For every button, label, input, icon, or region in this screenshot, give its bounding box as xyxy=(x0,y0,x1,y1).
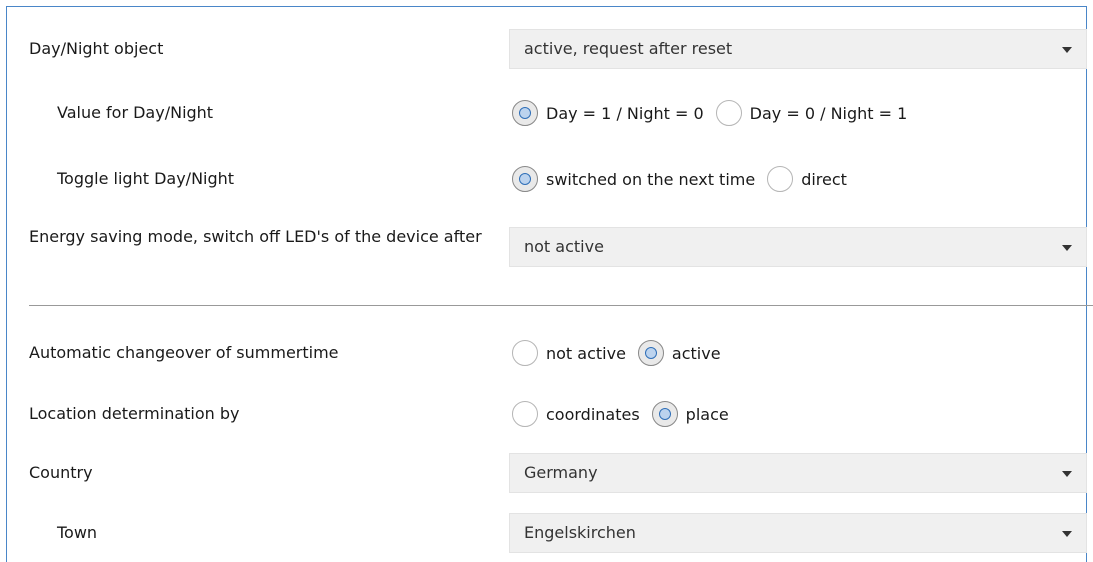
radio-option-label: active xyxy=(671,343,721,363)
radio-button[interactable] xyxy=(512,401,538,427)
summertime-radio-group: not active active xyxy=(512,339,733,367)
location-option[interactable]: place xyxy=(651,401,729,427)
day-night-object-value: active, request after reset xyxy=(524,39,733,58)
value-day-night-option[interactable]: Day = 0 / Night = 1 xyxy=(715,100,908,126)
country-select[interactable]: Germany xyxy=(509,453,1087,493)
chevron-down-icon xyxy=(1062,531,1072,537)
energy-saving-label: Energy saving mode, switch off LED's of … xyxy=(29,227,482,246)
radio-button-checked[interactable] xyxy=(512,166,538,192)
toggle-light-label: Toggle light Day/Night xyxy=(57,169,235,188)
country-value: Germany xyxy=(524,463,598,482)
energy-saving-value: not active xyxy=(524,237,604,256)
radio-button[interactable] xyxy=(767,166,794,192)
value-day-night-radio-group: Day = 1 / Night = 0 Day = 0 / Night = 1 xyxy=(512,99,919,127)
section-divider xyxy=(29,305,1093,306)
radio-button-checked[interactable] xyxy=(512,100,538,126)
radio-option-label: Day = 0 / Night = 1 xyxy=(749,103,908,123)
energy-saving-select[interactable]: not active xyxy=(509,227,1087,267)
radio-option-label: coordinates xyxy=(546,404,640,424)
value-day-night-label: Value for Day/Night xyxy=(57,103,214,122)
summertime-option[interactable]: not active xyxy=(512,340,626,366)
town-select[interactable]: Engelskirchen xyxy=(509,513,1087,553)
radio-button[interactable] xyxy=(512,340,538,366)
radio-option-label: place xyxy=(685,404,729,424)
chevron-down-icon xyxy=(1062,471,1072,477)
town-label: Town xyxy=(57,523,98,542)
chevron-down-icon xyxy=(1062,47,1072,53)
location-radio-group: coordinates place xyxy=(512,400,741,428)
radio-option-label: not active xyxy=(546,343,626,363)
chevron-down-icon xyxy=(1062,245,1072,251)
radio-option-label: Day = 1 / Night = 0 xyxy=(546,103,704,123)
radio-button-checked[interactable] xyxy=(637,340,664,366)
day-night-object-label: Day/Night object xyxy=(29,39,164,58)
town-value: Engelskirchen xyxy=(524,523,636,542)
country-label: Country xyxy=(29,463,93,482)
parameter-panel: Day/Night object active, request after r… xyxy=(6,6,1093,562)
radio-option-label: switched on the next time xyxy=(546,169,756,189)
summertime-label: Automatic changeover of summertime xyxy=(29,343,339,362)
location-option[interactable]: coordinates xyxy=(512,401,640,427)
toggle-light-option[interactable]: direct xyxy=(767,166,847,192)
summertime-option[interactable]: active xyxy=(637,340,721,366)
toggle-light-option[interactable]: switched on the next time xyxy=(512,166,755,192)
radio-button-checked[interactable] xyxy=(651,401,678,427)
day-night-object-select[interactable]: active, request after reset xyxy=(509,29,1087,69)
location-label: Location determination by xyxy=(29,404,240,423)
value-day-night-option[interactable]: Day = 1 / Night = 0 xyxy=(512,100,704,126)
radio-button[interactable] xyxy=(715,100,742,126)
toggle-light-radio-group: switched on the next time direct xyxy=(512,165,859,193)
radio-option-label: direct xyxy=(801,169,847,189)
